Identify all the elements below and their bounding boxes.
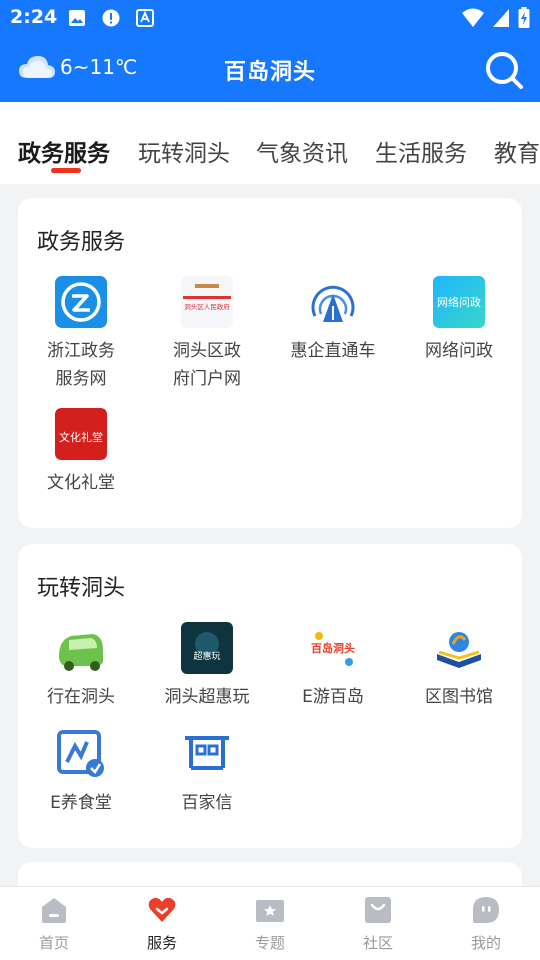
battery-icon xyxy=(518,7,530,28)
service-label: 行在洞头 xyxy=(47,687,115,707)
service-e-travel[interactable]: 百岛洞头 E游百岛 xyxy=(270,622,396,711)
service-label: 洞头区政 府门户网 xyxy=(173,341,241,389)
search-icon[interactable] xyxy=(484,50,524,90)
tab-weather-news[interactable]: 气象资讯 xyxy=(256,134,348,168)
section-play-dongtou: 玩转洞头 行在洞头 超惠玩 洞头超惠玩 百岛洞头 E游百岛 区图书馆 E养食堂 … xyxy=(18,544,522,848)
service-travel-dongtou[interactable]: 行在洞头 xyxy=(18,622,144,711)
service-online-consult[interactable]: 网络问政 网络问政 xyxy=(396,276,522,365)
letters-icon xyxy=(181,728,233,780)
tab-gov-services[interactable]: 政务服务 xyxy=(18,134,110,168)
enterprise-direct-icon xyxy=(307,276,359,328)
profile-icon xyxy=(473,897,499,923)
zhejiang-gov-icon xyxy=(55,276,107,328)
tab-life-services[interactable]: 生活服务 xyxy=(375,134,467,168)
dongtou-gov-portal-icon: 洞头区人民政府 xyxy=(181,276,233,328)
deals-icon-text: 超惠玩 xyxy=(193,650,220,662)
online-consult-icon: 网络问政 xyxy=(433,276,485,328)
culture-icon-text: 文化礼堂 xyxy=(59,430,103,444)
nav-label: 服务 xyxy=(146,934,177,952)
section-title: 玩转洞头 xyxy=(37,576,126,601)
nav-mine[interactable]: 我的 xyxy=(432,887,540,960)
portal-icon-text: 洞头区人民政府 xyxy=(184,302,230,311)
status-bar: 2:24 xyxy=(0,0,540,36)
service-e-canteen[interactable]: E养食堂 xyxy=(18,728,144,817)
service-dongtou-gov-portal[interactable]: 洞头区人民政府 洞头区政 府门户网 xyxy=(144,276,270,393)
service-dongtou-deals[interactable]: 超惠玩 洞头超惠玩 xyxy=(144,622,270,711)
culture-hall-icon: 文化礼堂 xyxy=(55,408,107,460)
signal-icon xyxy=(493,9,509,27)
service-zhejiang-gov[interactable]: 浙江政务 服务网 xyxy=(18,276,144,393)
section-gov-services: 政务服务 浙江政务 服务网 洞头区人民政府 洞头区政 府门户网 惠企直通车 网络… xyxy=(18,198,522,528)
active-tab-indicator xyxy=(51,168,81,173)
star-folder-icon xyxy=(256,900,284,922)
alert-notification-icon xyxy=(102,9,120,27)
bottom-navigation: 首页 服务 专题 社区 我的 xyxy=(0,886,540,960)
service-label: 浙江政务 服务网 xyxy=(47,341,115,389)
service-label: 百家信 xyxy=(181,793,233,813)
category-tabs: 政务服务 玩转洞头 气象资讯 生活服务 教育 xyxy=(0,102,540,184)
heart-icon xyxy=(148,897,176,922)
deals-icon: 超惠玩 xyxy=(181,622,233,674)
service-enterprise-direct[interactable]: 惠企直通车 xyxy=(270,276,396,365)
travel-icon: 百岛洞头 xyxy=(307,622,359,674)
status-time: 2:24 xyxy=(10,6,58,28)
system-icons xyxy=(462,7,530,29)
home-icon xyxy=(42,898,66,923)
service-baijiaxin[interactable]: 百家信 xyxy=(144,728,270,817)
service-label: E游百岛 xyxy=(302,687,364,707)
section-title: 政务服务 xyxy=(37,230,126,255)
service-culture-hall[interactable]: 文化礼堂 文化礼堂 xyxy=(18,408,144,497)
app-header: 6~11℃ 百岛洞头 xyxy=(0,40,540,96)
gallery-notification-icon xyxy=(69,10,85,26)
shopping-bag-icon xyxy=(365,897,391,923)
car-icon xyxy=(55,622,107,674)
nav-label: 专题 xyxy=(254,934,285,952)
nav-label: 社区 xyxy=(362,934,393,952)
top-bar: 2:24 6~11℃ 百岛洞头 xyxy=(0,0,540,102)
nav-community[interactable]: 社区 xyxy=(324,887,432,960)
nav-label: 首页 xyxy=(38,934,69,952)
service-label: 区图书馆 xyxy=(425,687,493,707)
online-consult-icon-text: 网络问政 xyxy=(437,295,481,309)
nav-home[interactable]: 首页 xyxy=(0,887,108,960)
tab-education[interactable]: 教育 xyxy=(494,134,540,168)
service-label: E养食堂 xyxy=(50,793,112,813)
service-label: 洞头超惠玩 xyxy=(164,687,250,707)
service-label: 网络问政 xyxy=(425,341,493,361)
wifi-icon xyxy=(462,8,484,27)
tab-play-dongtou[interactable]: 玩转洞头 xyxy=(138,134,230,168)
text-notification-icon xyxy=(136,9,154,27)
travel-icon-text: 百岛洞头 xyxy=(311,641,355,655)
nav-label: 我的 xyxy=(470,934,501,952)
canteen-icon xyxy=(55,728,107,780)
app-title: 百岛洞头 xyxy=(223,59,316,85)
library-icon xyxy=(433,622,485,674)
service-label: 文化礼堂 xyxy=(47,473,115,493)
nav-topics[interactable]: 专题 xyxy=(216,887,324,960)
service-district-library[interactable]: 区图书馆 xyxy=(396,622,522,711)
service-label: 惠企直通车 xyxy=(290,341,376,361)
nav-services[interactable]: 服务 xyxy=(108,887,216,960)
